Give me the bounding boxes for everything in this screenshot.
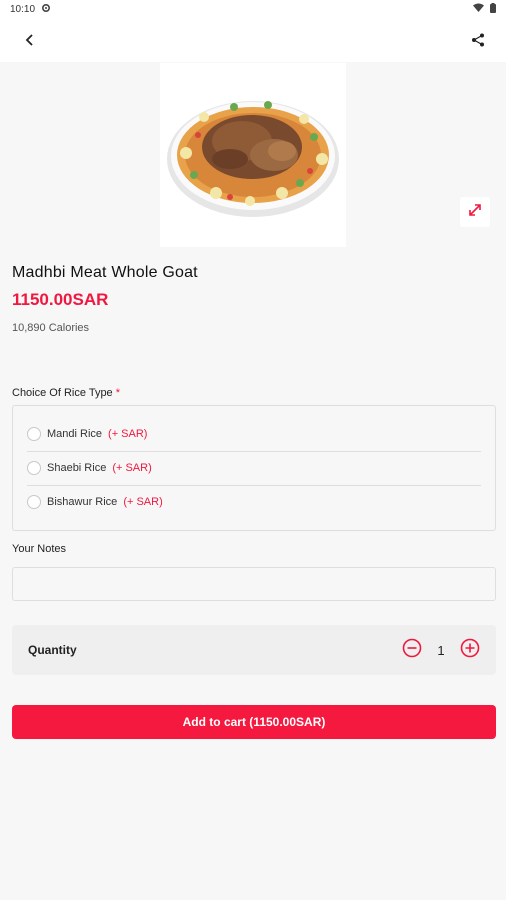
option-name: Shaebi Rice [47, 462, 107, 474]
product-price: 1150.00SAR [12, 290, 109, 309]
rice-option-shaebi[interactable]: Shaebi Rice (+ SAR) [27, 451, 481, 485]
rice-choice-label-text: Choice Of Rice Type [12, 387, 113, 399]
product-image [160, 63, 346, 247]
option-name: Bishawur Rice [47, 496, 118, 508]
product-calories: 10,890 Calories [12, 322, 90, 334]
plus-circle-icon[interactable] [460, 638, 480, 663]
back-arrow-icon[interactable] [18, 28, 42, 52]
radio-button[interactable] [27, 495, 41, 509]
status-bar: 10:10 [0, 0, 506, 18]
rice-choice-label: Choice Of Rice Type * [12, 387, 120, 399]
quantity-label: Quantity [28, 643, 77, 657]
share-icon[interactable] [466, 28, 490, 52]
product-title: Madhbi Meat Whole Goat [12, 264, 198, 281]
rice-option-mandi[interactable]: Mandi Rice (+ SAR) [27, 417, 481, 451]
notes-label: Your Notes [12, 543, 67, 555]
required-mark: * [115, 387, 121, 399]
radio-button[interactable] [27, 461, 41, 475]
option-name: Mandi Rice [47, 428, 103, 440]
rice-option-bishawur[interactable]: Bishawur Rice (+ SAR) [27, 485, 481, 519]
expand-image-button[interactable] [460, 197, 490, 227]
app-bar [0, 18, 506, 62]
minus-circle-icon[interactable] [402, 638, 422, 663]
battery-icon [490, 2, 496, 16]
option-extra-price: (+ SAR) [112, 462, 152, 474]
notes-input[interactable] [12, 567, 496, 601]
status-left: 10:10 [10, 3, 51, 16]
option-extra-price: (+ SAR) [108, 428, 148, 440]
add-to-cart-button[interactable]: Add to cart (1150.00SAR) [12, 705, 496, 739]
quantity-row: Quantity 1 [12, 625, 496, 675]
status-right [473, 2, 496, 16]
settings-icon [41, 3, 51, 16]
option-extra-price: (+ SAR) [123, 496, 163, 508]
wifi-icon [473, 3, 484, 15]
food-platter-image [167, 101, 339, 217]
radio-button[interactable] [27, 427, 41, 441]
quantity-stepper: 1 [402, 638, 480, 663]
expand-icon [468, 203, 482, 222]
status-time: 10:10 [10, 3, 36, 15]
rice-options-group: Mandi Rice (+ SAR) Shaebi Rice (+ SAR) B… [12, 405, 496, 531]
quantity-value: 1 [437, 642, 445, 658]
